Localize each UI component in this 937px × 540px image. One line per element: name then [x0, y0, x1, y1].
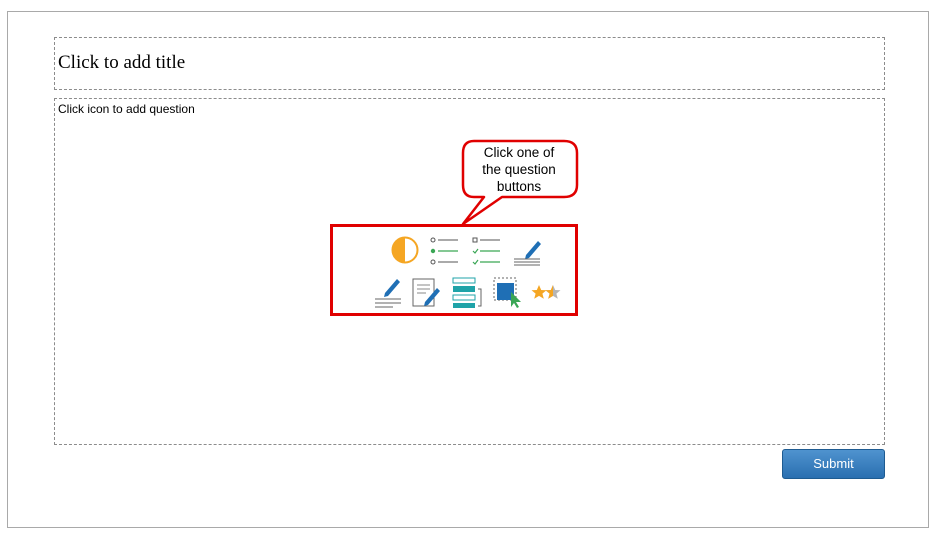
hotspot-cursor-icon[interactable] — [491, 275, 525, 309]
pen-line-icon[interactable] — [371, 275, 405, 309]
pen-lines-icon[interactable] — [510, 233, 544, 267]
pie-chart-icon[interactable] — [388, 233, 422, 267]
checkbox-list-icon[interactable] — [470, 233, 504, 267]
radio-list-icon[interactable] — [428, 233, 462, 267]
title-placeholder-box[interactable]: Click to add title — [54, 37, 885, 90]
document-pen-icon[interactable] — [410, 275, 444, 309]
submit-button[interactable]: Submit — [782, 449, 885, 479]
question-type-panel — [330, 224, 578, 316]
ranking-list-icon[interactable] — [451, 275, 485, 309]
callout-line: the question — [482, 162, 556, 177]
callout-bubble: Click one of the question buttons — [460, 139, 580, 227]
callout-text: Click one of the question buttons — [468, 144, 570, 195]
rating-stars-icon[interactable] — [531, 275, 565, 309]
callout-line: Click one of — [483, 145, 555, 160]
title-placeholder-text: Click to add title — [58, 52, 186, 73]
callout-line: buttons — [496, 179, 542, 194]
question-hint-text: Click icon to add question — [58, 102, 195, 116]
